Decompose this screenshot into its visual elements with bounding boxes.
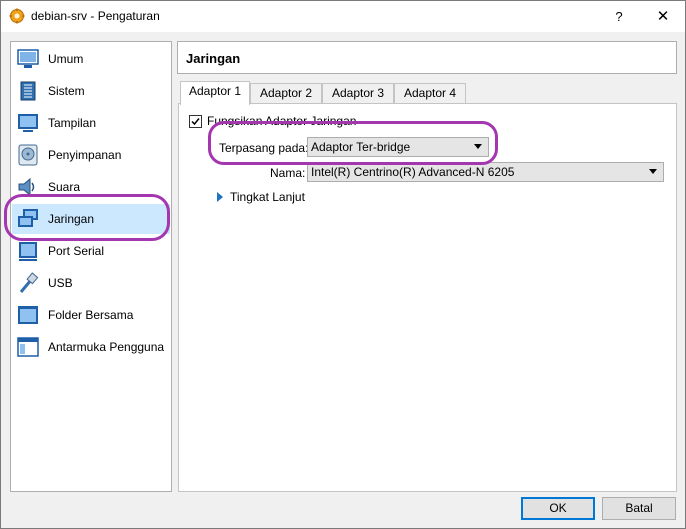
usb-icon [19,272,39,293]
attached-to-select[interactable]: Adaptor Ter-bridge [307,137,489,157]
cancel-button[interactable]: Batal [602,497,676,520]
sidebar-item-suara[interactable]: Suara [12,172,170,202]
adapter-panel: Fungsikan Adaptor Jaringan Terpasang pad… [178,103,677,492]
network-icon [18,209,38,227]
chevron-down-icon [649,169,657,174]
checkmark-icon [191,118,200,126]
window-icon [17,337,39,357]
enable-adapter-label: Fungsikan Adaptor Jaringan [207,114,357,128]
sidebar-item-jaringan[interactable]: Jaringan [12,204,170,234]
serial-port-icon [19,242,37,261]
sidebar-item-label: Folder Bersama [48,308,134,322]
ok-button[interactable]: OK [521,497,595,520]
adapter-name-label: Nama: [270,166,306,180]
sidebar-item-umum[interactable]: Umum [12,44,170,74]
tab-adaptor-2[interactable]: Adaptor 2 [250,83,322,104]
sidebar-item-label: Suara [48,180,81,194]
attached-to-value: Adaptor Ter-bridge [311,140,411,154]
sidebar-item-label: Antarmuka Pengguna [48,340,165,354]
help-button[interactable]: ? [601,5,637,29]
enable-adapter-checkbox[interactable] [189,115,202,128]
sidebar-item-label: USB [48,276,73,290]
sidebar-item-usb[interactable]: USB [12,268,170,298]
page-title: Jaringan [186,51,241,66]
adapter-name-select[interactable]: Intel(R) Centrino(R) Advanced-N 6205 [307,162,664,182]
close-icon: ✕ [656,8,670,25]
sidebar: Umum Sistem Tampilan Penyimpanan Suara J… [10,41,172,492]
settings-window: debian-srv - Pengaturan ? ✕ Umum Sistem [0,0,686,529]
tab-adaptor-4[interactable]: Adaptor 4 [394,83,466,104]
close-button[interactable]: ✕ [645,5,681,29]
monitor-icon [17,49,39,68]
sidebar-item-penyimpanan[interactable]: Penyimpanan [12,140,170,170]
sidebar-item-port-serial[interactable]: Port Serial [12,236,170,266]
tab-adaptor-1[interactable]: Adaptor 1 [180,81,250,105]
chip-icon [20,81,36,101]
folder-icon [18,306,38,324]
chevron-down-icon [474,144,482,149]
gear-icon [9,8,25,24]
sidebar-item-label: Port Serial [48,244,105,258]
attached-to-label: Terpasang pada: [219,141,309,155]
title-bar: debian-srv - Pengaturan ? ✕ [1,1,685,32]
speaker-icon [18,177,35,197]
tab-adaptor-3[interactable]: Adaptor 3 [322,83,394,104]
display-icon [18,114,38,132]
sidebar-item-label: Umum [48,52,84,66]
sidebar-item-label: Tampilan [48,116,97,130]
sidebar-item-folder-bersama[interactable]: Folder Bersama [12,300,170,330]
page-header: Jaringan [177,41,677,74]
sidebar-item-tampilan[interactable]: Tampilan [12,108,170,138]
window-title: debian-srv - Pengaturan [31,9,160,23]
sidebar-item-antarmuka-pengguna[interactable]: Antarmuka Pengguna [12,332,170,362]
sidebar-item-label: Jaringan [48,212,95,226]
expand-arrow-icon[interactable] [217,192,223,202]
disk-icon [18,144,38,166]
adapter-name-value: Intel(R) Centrino(R) Advanced-N 6205 [311,165,515,179]
sidebar-item-label: Sistem [48,84,85,98]
sidebar-item-sistem[interactable]: Sistem [12,76,170,106]
advanced-expander[interactable]: Tingkat Lanjut [230,190,305,204]
sidebar-item-label: Penyimpanan [48,148,122,162]
